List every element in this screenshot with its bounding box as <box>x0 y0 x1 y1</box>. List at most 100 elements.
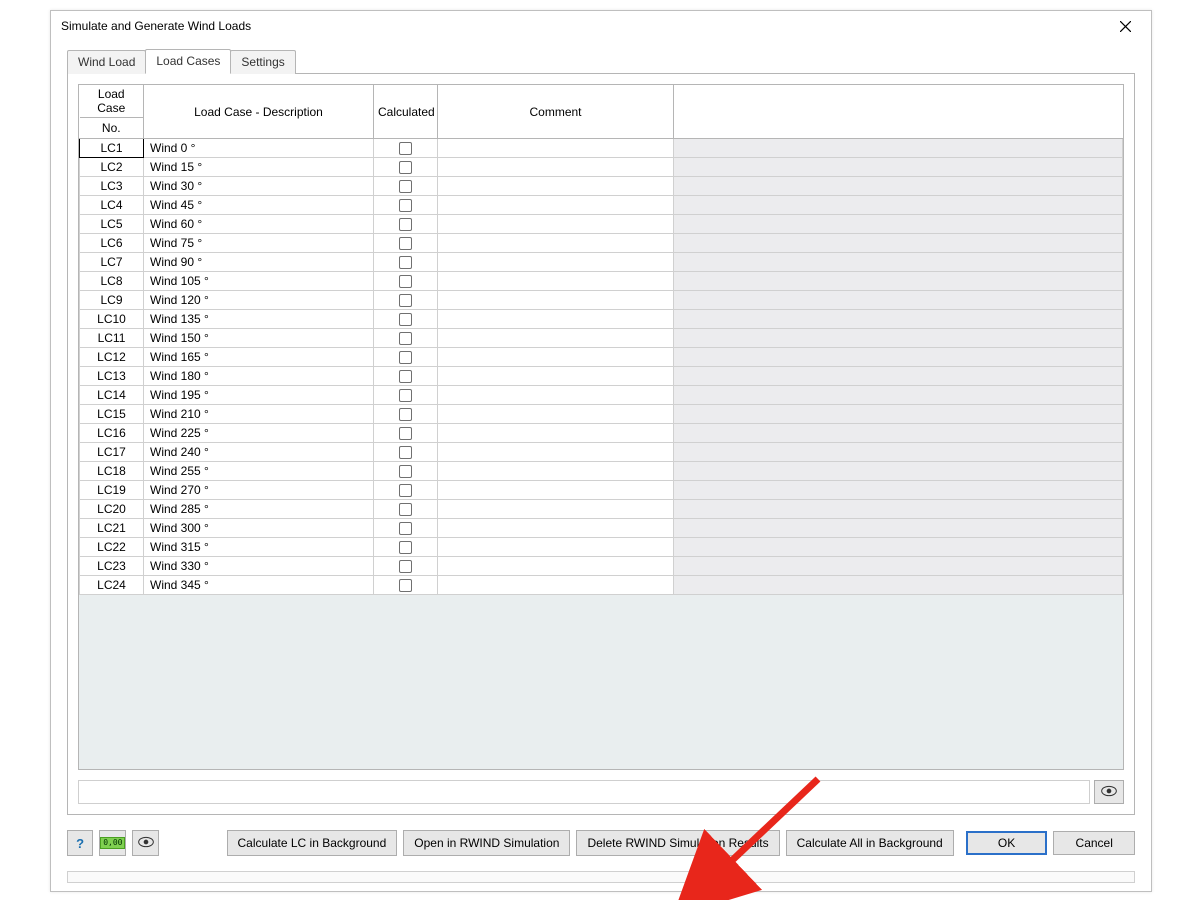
checkbox-icon[interactable] <box>399 332 412 345</box>
cell-calculated[interactable] <box>374 234 438 253</box>
cell-load-case-no[interactable]: LC4 <box>80 196 144 215</box>
table-row[interactable]: LC14Wind 195 ° <box>80 386 1123 405</box>
cell-description[interactable]: Wind 300 ° <box>144 519 374 538</box>
table-row[interactable]: LC2Wind 15 ° <box>80 158 1123 177</box>
open-rwind-button[interactable]: Open in RWIND Simulation <box>403 830 570 856</box>
cell-calculated[interactable] <box>374 386 438 405</box>
checkbox-icon[interactable] <box>399 313 412 326</box>
table-row[interactable]: LC17Wind 240 ° <box>80 443 1123 462</box>
cell-calculated[interactable] <box>374 557 438 576</box>
checkbox-icon[interactable] <box>399 560 412 573</box>
cell-description[interactable]: Wind 30 ° <box>144 177 374 196</box>
table-row[interactable]: LC10Wind 135 ° <box>80 310 1123 329</box>
cell-load-case-no[interactable]: LC15 <box>80 405 144 424</box>
cell-description[interactable]: Wind 45 ° <box>144 196 374 215</box>
cell-load-case-no[interactable]: LC9 <box>80 291 144 310</box>
table-row[interactable]: LC16Wind 225 ° <box>80 424 1123 443</box>
checkbox-icon[interactable] <box>399 370 412 383</box>
preview-button[interactable] <box>1094 780 1124 804</box>
cell-comment[interactable] <box>438 348 674 367</box>
cell-comment[interactable] <box>438 538 674 557</box>
cell-comment[interactable] <box>438 158 674 177</box>
cell-description[interactable]: Wind 195 ° <box>144 386 374 405</box>
cell-load-case-no[interactable]: LC23 <box>80 557 144 576</box>
checkbox-icon[interactable] <box>399 503 412 516</box>
units-button[interactable]: 0,00 <box>99 830 126 856</box>
table-row[interactable]: LC23Wind 330 ° <box>80 557 1123 576</box>
cell-comment[interactable] <box>438 443 674 462</box>
cell-comment[interactable] <box>438 329 674 348</box>
table-row[interactable]: LC24Wind 345 ° <box>80 576 1123 595</box>
cell-description[interactable]: Wind 285 ° <box>144 500 374 519</box>
cell-description[interactable]: Wind 75 ° <box>144 234 374 253</box>
table-row[interactable]: LC6Wind 75 ° <box>80 234 1123 253</box>
cell-description[interactable]: Wind 255 ° <box>144 462 374 481</box>
cell-calculated[interactable] <box>374 424 438 443</box>
calculate-all-button[interactable]: Calculate All in Background <box>786 830 954 856</box>
cell-description[interactable]: Wind 60 ° <box>144 215 374 234</box>
table-row[interactable]: LC9Wind 120 ° <box>80 291 1123 310</box>
view-button[interactable] <box>132 830 158 856</box>
cell-comment[interactable] <box>438 462 674 481</box>
cell-calculated[interactable] <box>374 215 438 234</box>
cell-load-case-no[interactable]: LC16 <box>80 424 144 443</box>
checkbox-icon[interactable] <box>399 256 412 269</box>
cell-load-case-no[interactable]: LC10 <box>80 310 144 329</box>
checkbox-icon[interactable] <box>399 579 412 592</box>
table-row[interactable]: LC18Wind 255 ° <box>80 462 1123 481</box>
cell-description[interactable]: Wind 135 ° <box>144 310 374 329</box>
cell-load-case-no[interactable]: LC2 <box>80 158 144 177</box>
cell-calculated[interactable] <box>374 253 438 272</box>
cell-calculated[interactable] <box>374 462 438 481</box>
cell-description[interactable]: Wind 345 ° <box>144 576 374 595</box>
cell-load-case-no[interactable]: LC24 <box>80 576 144 595</box>
close-button[interactable] <box>1105 12 1145 40</box>
table-row[interactable]: LC20Wind 285 ° <box>80 500 1123 519</box>
cell-calculated[interactable] <box>374 443 438 462</box>
cell-comment[interactable] <box>438 481 674 500</box>
cell-description[interactable]: Wind 315 ° <box>144 538 374 557</box>
table-row[interactable]: LC19Wind 270 ° <box>80 481 1123 500</box>
cell-description[interactable]: Wind 225 ° <box>144 424 374 443</box>
cell-editor-input[interactable] <box>78 780 1090 804</box>
cell-description[interactable]: Wind 210 ° <box>144 405 374 424</box>
cell-comment[interactable] <box>438 196 674 215</box>
table-row[interactable]: LC5Wind 60 ° <box>80 215 1123 234</box>
help-button[interactable] <box>67 830 93 856</box>
cell-comment[interactable] <box>438 272 674 291</box>
cell-calculated[interactable] <box>374 348 438 367</box>
cell-calculated[interactable] <box>374 576 438 595</box>
cell-description[interactable]: Wind 270 ° <box>144 481 374 500</box>
cell-calculated[interactable] <box>374 519 438 538</box>
checkbox-icon[interactable] <box>399 408 412 421</box>
cell-description[interactable]: Wind 240 ° <box>144 443 374 462</box>
cell-calculated[interactable] <box>374 310 438 329</box>
checkbox-icon[interactable] <box>399 389 412 402</box>
checkbox-icon[interactable] <box>399 351 412 364</box>
checkbox-icon[interactable] <box>399 294 412 307</box>
cell-calculated[interactable] <box>374 139 438 158</box>
tab-load-cases[interactable]: Load Cases <box>145 49 231 74</box>
cell-load-case-no[interactable]: LC17 <box>80 443 144 462</box>
cell-comment[interactable] <box>438 177 674 196</box>
checkbox-icon[interactable] <box>399 218 412 231</box>
checkbox-icon[interactable] <box>399 199 412 212</box>
cell-calculated[interactable] <box>374 272 438 291</box>
table-row[interactable]: LC12Wind 165 ° <box>80 348 1123 367</box>
cell-description[interactable]: Wind 105 ° <box>144 272 374 291</box>
cell-comment[interactable] <box>438 291 674 310</box>
cell-description[interactable]: Wind 0 ° <box>144 139 374 158</box>
cell-load-case-no[interactable]: LC8 <box>80 272 144 291</box>
cell-calculated[interactable] <box>374 158 438 177</box>
table-row[interactable]: LC4Wind 45 ° <box>80 196 1123 215</box>
cell-calculated[interactable] <box>374 177 438 196</box>
cell-load-case-no[interactable]: LC19 <box>80 481 144 500</box>
table-row[interactable]: LC13Wind 180 ° <box>80 367 1123 386</box>
cell-load-case-no[interactable]: LC14 <box>80 386 144 405</box>
cell-load-case-no[interactable]: LC18 <box>80 462 144 481</box>
cell-calculated[interactable] <box>374 538 438 557</box>
cell-description[interactable]: Wind 15 ° <box>144 158 374 177</box>
checkbox-icon[interactable] <box>399 180 412 193</box>
cell-load-case-no[interactable]: LC3 <box>80 177 144 196</box>
cell-description[interactable]: Wind 90 ° <box>144 253 374 272</box>
